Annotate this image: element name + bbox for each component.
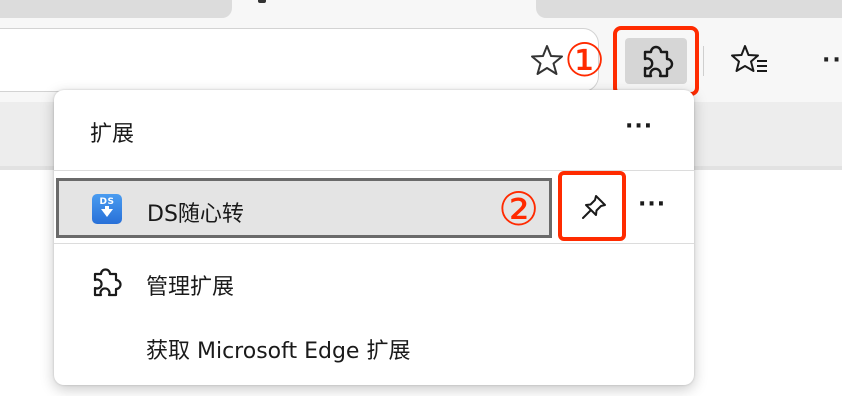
extensions-button-active-bg (625, 38, 687, 84)
manage-extensions-item[interactable]: 管理扩展 (54, 262, 694, 306)
extension-name: DS随心转 (147, 202, 244, 227)
manage-extensions-label: 管理扩展 (146, 275, 235, 300)
extension-row-ds[interactable]: DS DS随心转 (56, 178, 552, 238)
ds-extension-icon: DS (92, 194, 122, 224)
ds-icon-arrow (101, 209, 113, 217)
star-outline-icon[interactable] (530, 43, 564, 77)
popup-divider (54, 243, 694, 244)
extensions-button[interactable] (613, 26, 699, 96)
extension-more-button[interactable]: ··· (638, 194, 666, 216)
annotation-1: ① (564, 33, 606, 87)
tab-inactive-left[interactable] (0, 0, 232, 18)
pin-extension-button[interactable] (558, 171, 626, 241)
popup-title: 扩展 (90, 122, 135, 147)
star-list-icon[interactable] (730, 42, 770, 80)
tab-strip (0, 0, 842, 20)
puzzle-piece-icon (93, 268, 122, 297)
puzzle-piece-icon (643, 45, 674, 78)
address-bar[interactable] (0, 28, 599, 92)
get-extensions-item[interactable]: 获取 Microsoft Edge 扩展 (54, 326, 694, 370)
active-tab-indicator (258, 0, 266, 3)
pin-icon (582, 195, 606, 219)
popup-more-button[interactable]: ··· (625, 116, 653, 138)
tab-inactive-right[interactable] (536, 0, 842, 18)
browser-more-button[interactable]: ··· (822, 48, 842, 73)
toolbar-separator (703, 46, 704, 76)
get-extensions-label: 获取 Microsoft Edge 扩展 (146, 339, 411, 364)
extensions-popup: 扩展 ··· DS DS随心转 ② ··· 管理扩展 获取 Microsoft … (54, 90, 694, 385)
annotation-2: ② (498, 182, 540, 236)
